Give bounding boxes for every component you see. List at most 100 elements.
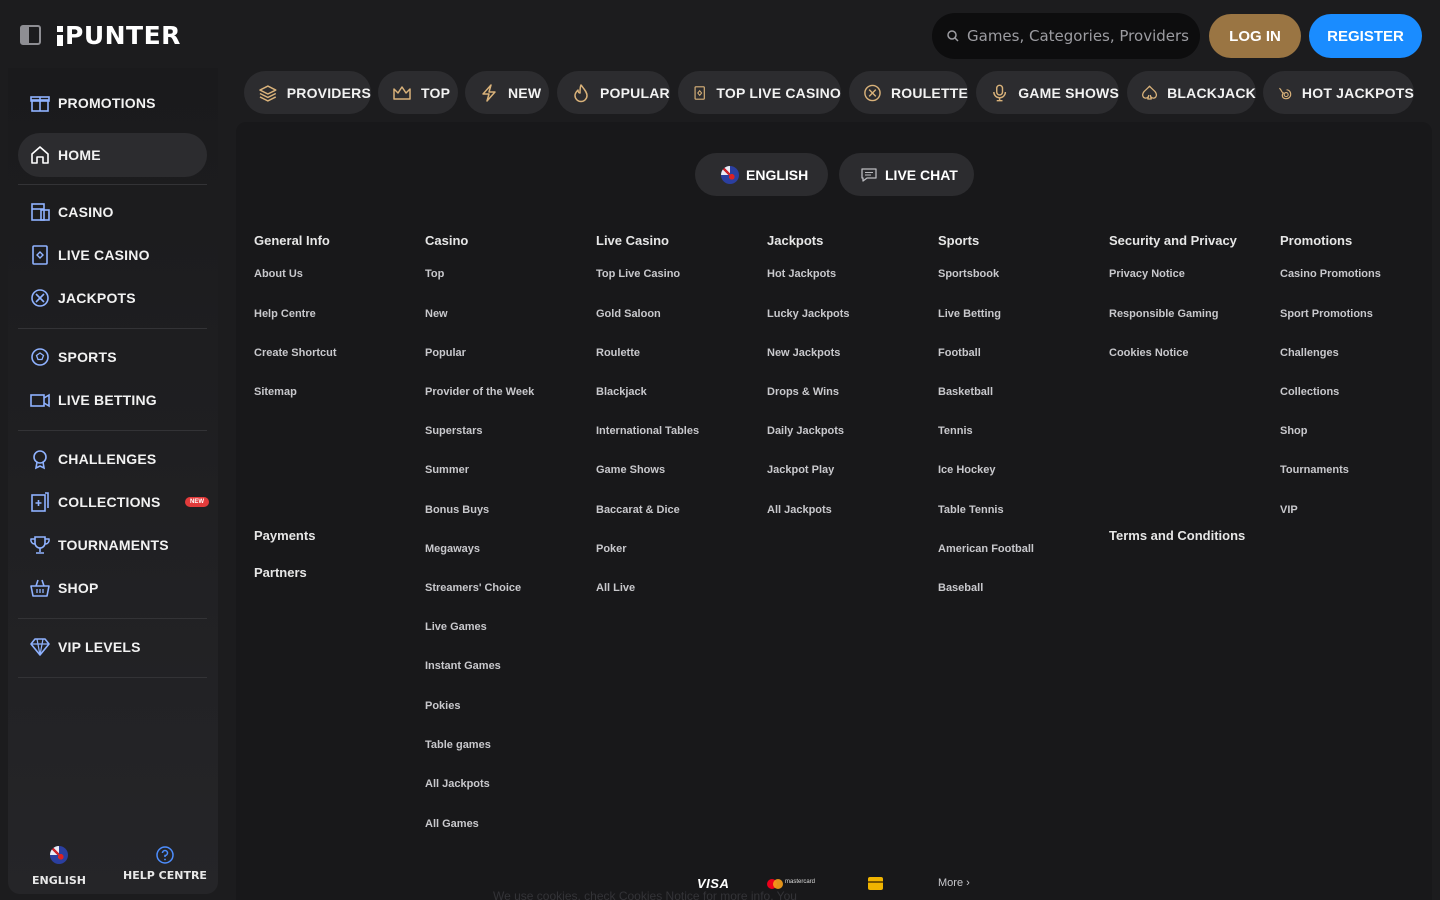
search-input[interactable] (967, 13, 1192, 59)
footer-payments-link[interactable]: Payments (254, 528, 315, 543)
footer-link[interactable]: Privacy Notice (1109, 268, 1185, 280)
sidebar-item-challenges[interactable]: CHALLENGES (18, 437, 207, 481)
footer-link[interactable]: Basketball (938, 386, 993, 398)
footer-link[interactable]: Megaways (425, 543, 480, 555)
footer-link[interactable]: Sportsbook (938, 268, 999, 280)
footer-link[interactable]: Provider of the Week (425, 386, 534, 398)
footer-column-title: Jackpots (767, 233, 824, 248)
sidebar-item-sports[interactable]: SPORTS (18, 335, 207, 379)
footer-link[interactable]: Drops & Wins (767, 386, 839, 398)
sidebar-item-label: PROMOTIONS (58, 95, 156, 111)
providers-stack-icon (259, 84, 277, 102)
footer-link[interactable]: Streamers' Choice (425, 582, 521, 594)
footer-column-title: General Info (254, 233, 330, 248)
footer-link[interactable]: VIP (1280, 504, 1298, 516)
footer-link[interactable]: Gold Saloon (596, 308, 661, 320)
sidebar-divider (18, 618, 207, 619)
live-betting-icon (30, 393, 50, 408)
footer-link[interactable]: All Jackpots (767, 504, 832, 516)
search-box[interactable] (932, 13, 1200, 59)
footer-link[interactable]: Top (425, 268, 444, 280)
sidebar-item-casino[interactable]: CASINO (18, 190, 207, 234)
category-pill-game-shows[interactable]: GAME SHOWS (976, 71, 1119, 114)
category-pill-top-live-casino[interactable]: TOP LIVE CASINO (678, 71, 841, 114)
category-pill-providers[interactable]: PROVIDERS (244, 71, 371, 114)
footer-link[interactable]: Sport Promotions (1280, 308, 1373, 320)
footer-link[interactable]: Instant Games (425, 660, 501, 672)
footer-link[interactable]: Lucky Jackpots (767, 308, 850, 320)
footer-link[interactable]: Challenges (1280, 347, 1339, 359)
footer-link[interactable]: Game Shows (596, 464, 665, 476)
sidebar-item-promotions[interactable]: PROMOTIONS (18, 81, 207, 125)
sidebar-item-shop[interactable]: SHOP (18, 566, 207, 610)
sidebar-item-home[interactable]: HOME (18, 133, 207, 177)
footer-link[interactable]: Ice Hockey (938, 464, 995, 476)
language-button-label: ENGLISH (746, 166, 809, 183)
footer-partners-link[interactable]: Partners (254, 565, 307, 580)
sidebar-item-vip-levels[interactable]: VIP LEVELS (18, 625, 207, 669)
category-pill-blackjack[interactable]: BLACKJACK (1127, 71, 1256, 114)
footer-link[interactable]: International Tables (596, 425, 699, 437)
language-button[interactable]: ENGLISH (695, 153, 828, 196)
footer-link[interactable]: Blackjack (596, 386, 647, 398)
footer-link[interactable]: New Jackpots (767, 347, 840, 359)
footer-link[interactable]: Help Centre (254, 308, 316, 320)
footer-link[interactable]: American Football (938, 543, 1034, 555)
footer-link[interactable]: Table Tennis (938, 504, 1004, 516)
category-pill-roulette[interactable]: ROULETTE (849, 71, 968, 114)
footer-link[interactable]: Football (938, 347, 981, 359)
footer-link[interactable]: Summer (425, 464, 469, 476)
footer-link[interactable]: Superstars (425, 425, 482, 437)
sidebar-item-label: VIP LEVELS (58, 639, 141, 655)
footer-link[interactable]: Tournaments (1280, 464, 1349, 476)
footer-link[interactable]: Poker (596, 543, 627, 555)
footer-link[interactable]: Responsible Gaming (1109, 308, 1218, 320)
footer-link[interactable]: Collections (1280, 386, 1339, 398)
category-pill-new[interactable]: NEW (465, 71, 549, 114)
category-pill-popular[interactable]: POPULAR (557, 71, 670, 114)
sidebar-language-switch[interactable]: ENGLISH (22, 846, 96, 887)
footer-link[interactable]: Live Betting (938, 308, 1001, 320)
footer-link[interactable]: Table games (425, 739, 491, 751)
sidebar-help-centre[interactable]: HELP CENTRE (120, 846, 210, 882)
footer-link[interactable]: Pokies (425, 700, 460, 712)
footer-link[interactable]: Roulette (596, 347, 640, 359)
footer-link[interactable]: Sitemap (254, 386, 297, 398)
footer-terms-link[interactable]: Terms and Conditions (1109, 528, 1245, 543)
footer-link[interactable]: Tennis (938, 425, 973, 437)
footer-link[interactable]: Baccarat & Dice (596, 504, 680, 516)
footer-link[interactable]: Live Games (425, 621, 487, 633)
login-button[interactable]: LOG IN (1209, 14, 1301, 58)
sidebar-item-label: CASINO (58, 204, 114, 220)
footer-link[interactable]: All Games (425, 818, 479, 830)
sidebar-item-jackpots[interactable]: JACKPOTS (18, 276, 207, 320)
footer-column-title: Casino (425, 233, 469, 248)
sidebar-item-tournaments[interactable]: TOURNAMENTS (18, 523, 207, 567)
sidebar-item-live-betting[interactable]: LIVE BETTING (18, 378, 207, 422)
footer-link[interactable]: Daily Jackpots (767, 425, 844, 437)
payments-more-link[interactable]: More › (938, 877, 970, 889)
footer-link[interactable]: Bonus Buys (425, 504, 489, 516)
top-header: PUNTER LOG IN REGISTER (0, 0, 1440, 68)
footer-link[interactable]: Hot Jackpots (767, 268, 836, 280)
sidebar-item-live-casino[interactable]: LIVE CASINO (18, 233, 207, 277)
footer-link[interactable]: Cookies Notice (1109, 347, 1188, 359)
footer-link[interactable]: Popular (425, 347, 466, 359)
footer-link[interactable]: New (425, 308, 448, 320)
category-pill-hot-jackpots[interactable]: HOT JACKPOTS (1263, 71, 1414, 114)
footer-link[interactable]: Casino Promotions (1280, 268, 1381, 280)
live-chat-button[interactable]: LIVE CHAT (839, 153, 974, 196)
footer-link[interactable]: About Us (254, 268, 303, 280)
sidebar-toggle-icon[interactable] (20, 25, 41, 45)
footer-link[interactable]: Shop (1280, 425, 1308, 437)
category-pill-top[interactable]: TOP (378, 71, 458, 114)
footer-link[interactable]: Jackpot Play (767, 464, 834, 476)
register-button[interactable]: REGISTER (1309, 14, 1422, 58)
footer-link[interactable]: Top Live Casino (596, 268, 680, 280)
site-logo[interactable]: PUNTER (57, 21, 181, 50)
footer-link[interactable]: All Jackpots (425, 778, 490, 790)
footer-link[interactable]: Baseball (938, 582, 983, 594)
sidebar-item-collections[interactable]: COLLECTIONS NEW (18, 480, 209, 524)
footer-link[interactable]: All Live (596, 582, 635, 594)
footer-link[interactable]: Create Shortcut (254, 347, 337, 359)
